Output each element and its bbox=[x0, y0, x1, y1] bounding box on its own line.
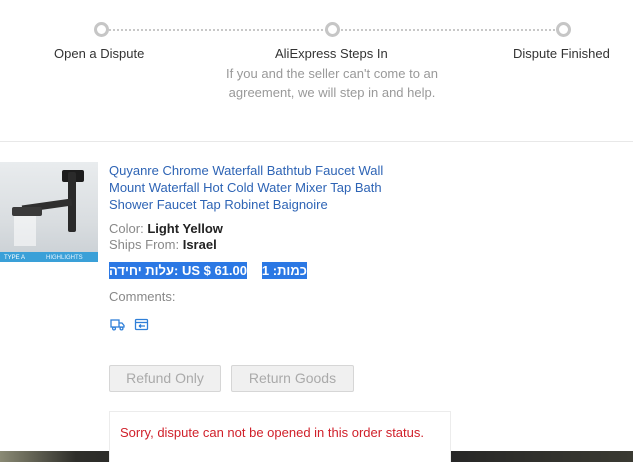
refund-only-button[interactable]: Refund Only bbox=[109, 365, 221, 392]
bottom-background-strip bbox=[0, 451, 633, 462]
order-icon[interactable] bbox=[134, 318, 149, 331]
thumbnail-badge-highlights: HIGHLIGHTS bbox=[46, 255, 83, 261]
ships-from-label: Ships From: bbox=[109, 237, 180, 252]
return-goods-button[interactable]: Return Goods bbox=[231, 365, 354, 392]
step-1-label: Open a Dispute bbox=[54, 46, 145, 61]
price-quantity-row: עלות יחידה: US $ 61.00 כמות: 1 bbox=[109, 262, 307, 279]
step-1-dot bbox=[94, 22, 109, 37]
thumbnail-badge-type: TYPE A bbox=[4, 255, 26, 261]
ships-from-value: Israel bbox=[182, 237, 217, 252]
color-value: Light Yellow bbox=[147, 221, 223, 236]
truck-icon[interactable] bbox=[110, 318, 125, 331]
unit-price: עלות יחידה: US $ 61.00 bbox=[109, 262, 247, 279]
step-3-label: Dispute Finished bbox=[513, 46, 610, 61]
quantity: כמות: 1 bbox=[261, 262, 307, 279]
step-2-dot bbox=[325, 22, 340, 37]
step-3-dot bbox=[556, 22, 571, 37]
product-color: Color: Light Yellow bbox=[109, 221, 223, 236]
product-ships-from: Ships From: Israel bbox=[109, 237, 217, 252]
step-2-description: If you and the seller can't come to an a… bbox=[225, 66, 439, 100]
step-2-label: AliExpress Steps In bbox=[275, 46, 388, 61]
error-text: Sorry, dispute can not be opened in this… bbox=[120, 425, 424, 440]
color-label: Color: bbox=[109, 221, 144, 236]
dispute-steps: Open a Dispute AliExpress Steps In Dispu… bbox=[0, 0, 633, 142]
product-thumbnail[interactable]: TYPE A HIGHLIGHTS bbox=[0, 162, 98, 262]
product-title-link[interactable]: Quyanre Chrome Waterfall Bathtub Faucet … bbox=[109, 162, 409, 213]
comments-label: Comments: bbox=[109, 289, 176, 304]
